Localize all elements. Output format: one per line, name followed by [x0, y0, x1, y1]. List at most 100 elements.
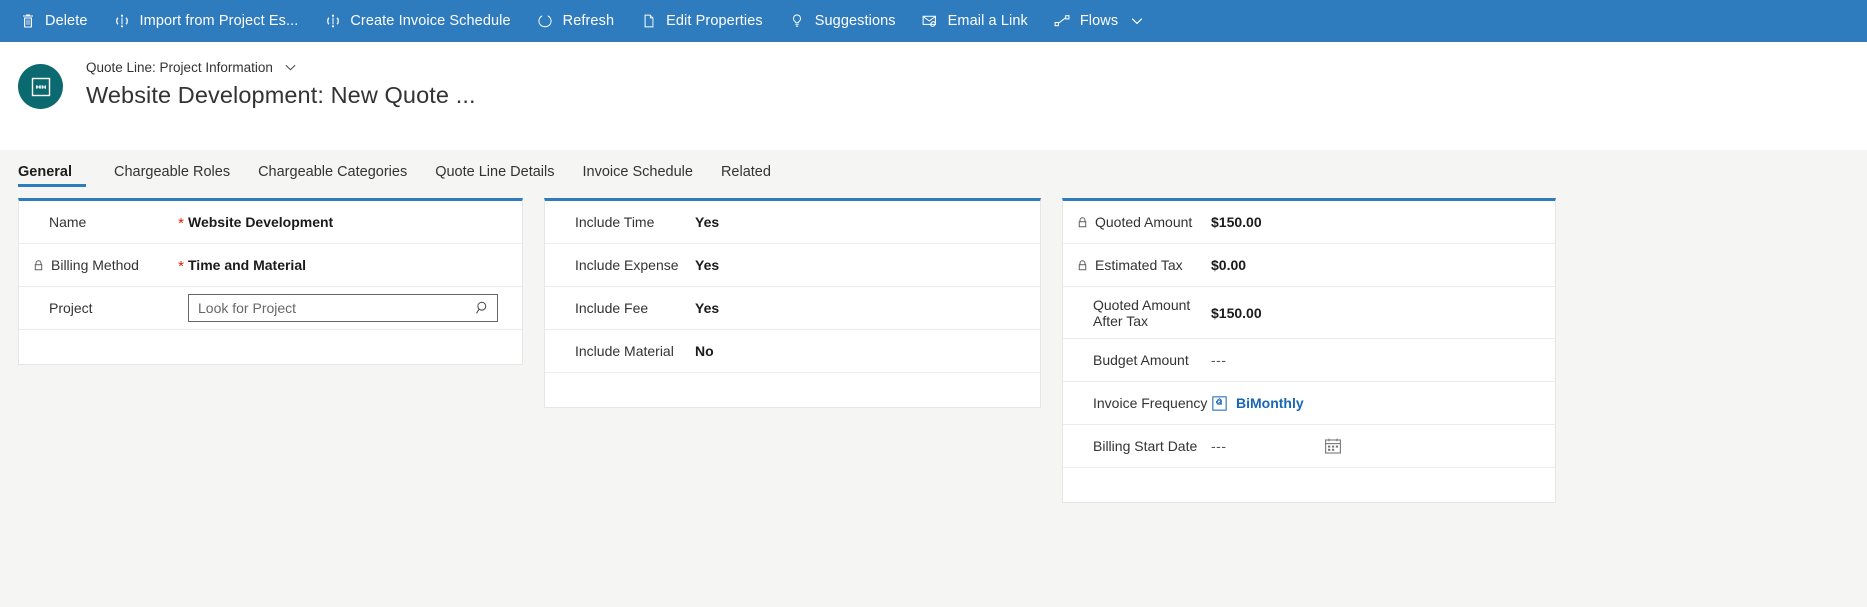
card-filler: [1063, 468, 1555, 502]
quote-line-entity-icon: [30, 76, 52, 98]
field-row-invoice-frequency: Invoice Frequency BiMonthly: [1063, 382, 1555, 425]
field-label-text: Budget Amount: [1093, 352, 1189, 368]
tab-bar: General Chargeable Roles Chargeable Cate…: [0, 150, 1867, 194]
field-value-invoice-frequency[interactable]: BiMonthly: [1211, 395, 1539, 411]
field-row-project: Project: [19, 287, 522, 330]
field-value-include-time[interactable]: Yes: [695, 214, 1024, 230]
amounts-section-card: Quoted Amount $150.00 Estimated Tax $0.0…: [1062, 198, 1556, 503]
field-label-include-fee: Include Fee: [545, 300, 695, 316]
record-header: Quote Line: Project Information Website …: [0, 42, 1867, 150]
required-indicator-billing-method: *: [178, 257, 184, 275]
field-row-quoted-amount-after-tax: Quoted Amount After Tax $150.00: [1063, 287, 1555, 339]
lock-icon: [1076, 216, 1089, 229]
card-filler: [19, 330, 522, 364]
field-label-text: Estimated Tax: [1095, 257, 1183, 273]
tab-invoice-schedule[interactable]: Invoice Schedule: [569, 150, 707, 194]
billing-start-date-control[interactable]: ---: [1211, 437, 1539, 456]
command-import-from-project-estimate[interactable]: Import from Project Es...: [101, 0, 312, 42]
command-label: Refresh: [562, 13, 615, 29]
field-label-text: Billing Start Date: [1093, 438, 1198, 454]
command-edit-properties[interactable]: Edit Properties: [627, 0, 776, 42]
command-suggestions[interactable]: Suggestions: [776, 0, 909, 42]
tab-label: Quote Line Details: [435, 164, 555, 180]
field-label-text: Include Material: [575, 343, 674, 359]
field-value-quoted-amount-after-tax: $150.00: [1211, 304, 1262, 321]
field-label-include-material: Include Material: [545, 343, 695, 359]
invoice-frequency-link[interactable]: BiMonthly: [1236, 395, 1304, 411]
field-label-quoted-amount-after-tax: Quoted Amount After Tax: [1063, 297, 1211, 329]
edit-properties-icon: [640, 13, 657, 30]
required-indicator-name: *: [178, 214, 184, 232]
command-label: Suggestions: [814, 13, 896, 29]
lock-icon: [32, 259, 45, 272]
chevron-down-icon: [1130, 14, 1144, 28]
command-label: Edit Properties: [666, 13, 763, 29]
command-create-invoice-schedule[interactable]: Create Invoice Schedule: [311, 0, 523, 42]
command-email-a-link[interactable]: Email a Link: [909, 0, 1041, 42]
includes-section-card: Include Time Yes Include Expense Yes Inc…: [544, 198, 1041, 408]
field-row-estimated-tax: Estimated Tax $0.00: [1063, 244, 1555, 287]
field-label-name: Name: [19, 214, 174, 230]
tab-general[interactable]: General: [18, 150, 86, 194]
calendar-icon[interactable]: [1323, 437, 1342, 456]
field-value-name[interactable]: Website Development: [188, 214, 506, 230]
tab-related[interactable]: Related: [707, 150, 785, 194]
page-title: Website Development: New Quote ...: [86, 82, 476, 108]
general-section-card: Name * Website Development Billing Metho…: [18, 198, 523, 365]
lock-icon: [1076, 259, 1089, 272]
field-row-quoted-amount: Quoted Amount $150.00: [1063, 201, 1555, 244]
field-value-billing-method[interactable]: Time and Material: [188, 257, 506, 273]
field-value-budget-amount[interactable]: ---: [1211, 352, 1539, 368]
field-row-include-fee: Include Fee Yes: [545, 287, 1040, 330]
field-label-text: Invoice Frequency: [1093, 395, 1208, 411]
tab-chargeable-roles[interactable]: Chargeable Roles: [100, 150, 244, 194]
field-row-billing-method: Billing Method * Time and Material: [19, 244, 522, 287]
field-label-quoted-amount: Quoted Amount: [1063, 214, 1211, 230]
flows-icon: [1054, 13, 1071, 30]
breadcrumb: Quote Line: Project Information: [86, 60, 476, 75]
command-label: Create Invoice Schedule: [350, 13, 511, 29]
trash-icon: [19, 13, 36, 30]
field-value-include-fee[interactable]: Yes: [695, 300, 1024, 316]
field-value-include-material[interactable]: No: [695, 343, 1024, 359]
command-flows[interactable]: Flows: [1041, 0, 1157, 42]
command-label: Flows: [1079, 13, 1119, 29]
command-refresh[interactable]: Refresh: [524, 0, 627, 42]
card-filler: [545, 373, 1040, 407]
tab-quote-line-details[interactable]: Quote Line Details: [421, 150, 568, 194]
field-label-text: Include Expense: [575, 257, 679, 273]
field-value-include-expense[interactable]: Yes: [695, 257, 1024, 273]
field-label-estimated-tax: Estimated Tax: [1063, 257, 1211, 273]
record-header-text: Quote Line: Project Information Website …: [86, 60, 476, 109]
command-delete[interactable]: Delete: [6, 0, 101, 42]
breadcrumb-label: Quote Line: Project Information: [86, 60, 273, 75]
tab-label: Invoice Schedule: [582, 164, 693, 180]
command-label: Delete: [45, 13, 88, 29]
project-lookup[interactable]: [188, 294, 498, 322]
tab-label: Chargeable Categories: [258, 164, 408, 180]
field-label-text: Name: [49, 214, 87, 230]
field-value-billing-start-date[interactable]: ---: [1211, 438, 1315, 454]
search-icon[interactable]: [474, 300, 491, 317]
email-link-icon: [922, 13, 939, 30]
field-row-budget-amount: Budget Amount ---: [1063, 339, 1555, 382]
field-label-budget-amount: Budget Amount: [1063, 352, 1211, 368]
field-row-include-expense: Include Expense Yes: [545, 244, 1040, 287]
required-indicator-project: [174, 307, 188, 309]
chevron-down-icon[interactable]: [284, 61, 297, 74]
lightbulb-icon: [789, 13, 806, 30]
field-row-name: Name * Website Development: [19, 201, 522, 244]
field-value-quoted-amount: $150.00: [1211, 214, 1262, 230]
field-row-include-material: Include Material No: [545, 330, 1040, 373]
tab-chargeable-categories[interactable]: Chargeable Categories: [244, 150, 421, 194]
tab-label: Related: [720, 164, 771, 180]
field-row-include-time: Include Time Yes: [545, 201, 1040, 244]
invoice-schedule-icon: [324, 13, 341, 30]
field-label-include-expense: Include Expense: [545, 257, 695, 273]
search-input[interactable]: [198, 300, 474, 316]
command-bar: Delete Import from Project Es... Create …: [0, 0, 1867, 42]
puzzle-icon: [1211, 395, 1227, 411]
command-label: Email a Link: [947, 13, 1028, 29]
field-value-estimated-tax: $0.00: [1211, 257, 1247, 273]
field-row-billing-start-date: Billing Start Date ---: [1063, 425, 1555, 468]
